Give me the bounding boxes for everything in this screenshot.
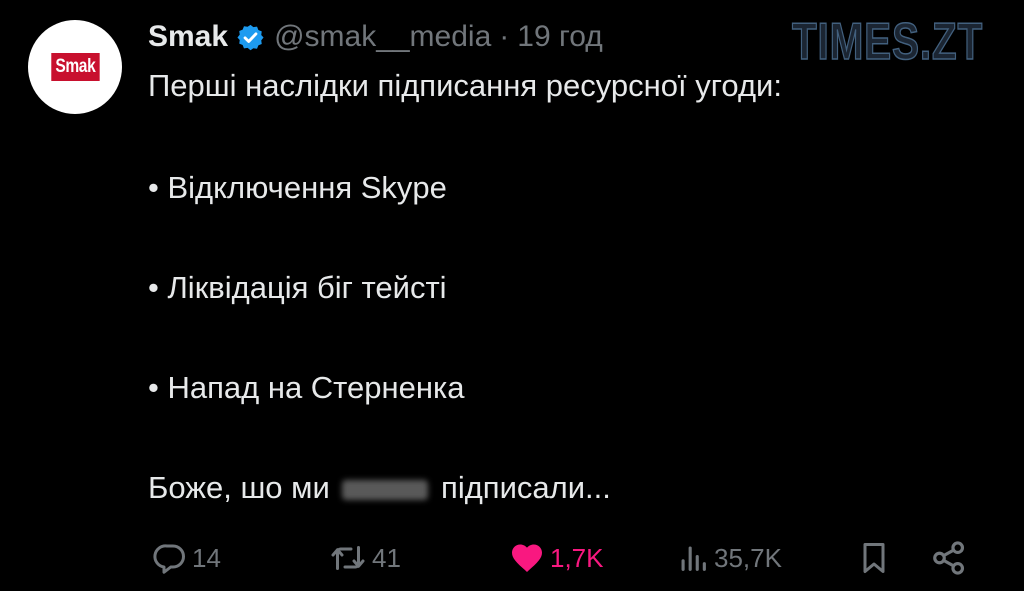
post-header: Smak @smak__media · 19 год: [148, 16, 603, 58]
reply-icon: [152, 540, 188, 576]
post-text-item-3: • Напад на Стерненка: [148, 370, 465, 405]
views-count: 35,7K: [714, 542, 782, 573]
censored-word: [342, 479, 429, 500]
reply-button[interactable]: 14: [152, 536, 221, 580]
post-text-item-1: • Відключення Skype: [148, 170, 447, 205]
like-button[interactable]: 1,7K: [508, 536, 604, 580]
avatar[interactable]: Smak: [28, 20, 122, 114]
post-text-closing: Боже, шо ми підписали...: [148, 470, 611, 506]
times-zt-watermark: TIMES.ZT: [791, 12, 984, 72]
display-name[interactable]: Smak: [148, 20, 228, 54]
closing-text-end: підписали...: [441, 470, 611, 505]
user-handle[interactable]: @smak__media: [274, 20, 491, 54]
post-text-item-2: • Ліквідація біг тейсті: [148, 270, 447, 305]
share-icon: [930, 539, 968, 577]
separator-dot: ·: [499, 20, 510, 53]
like-count: 1,7K: [550, 542, 604, 573]
bookmark-button[interactable]: [856, 536, 892, 580]
bookmark-icon: [856, 539, 892, 577]
views-button[interactable]: 35,7K: [676, 536, 782, 580]
share-button[interactable]: [930, 536, 968, 580]
repost-button[interactable]: 41: [328, 536, 401, 580]
repost-icon: [328, 540, 368, 576]
verified-badge-icon: [236, 23, 265, 52]
reply-count: 14: [192, 542, 221, 573]
closing-text-start: Боже, шо ми: [148, 470, 330, 505]
smak-logo: Smak: [50, 53, 100, 81]
views-icon: [676, 540, 710, 576]
post-time[interactable]: 19 год: [517, 20, 603, 54]
post-text-intro: Перші наслідки підписання ресурсної угод…: [148, 68, 782, 103]
repost-count: 41: [372, 542, 401, 573]
heart-icon: [508, 540, 546, 576]
post-actions-bar: 14 41 1,7K 35,7K: [0, 536, 1024, 580]
